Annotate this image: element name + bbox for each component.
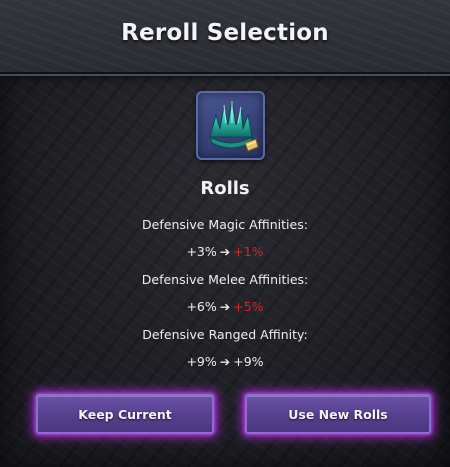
stat-label-melee: Defensive Melee Affinities: xyxy=(141,272,309,287)
stat-label-magic: Defensive Magic Affinities: xyxy=(142,217,308,232)
stat-label-ranged: Defensive Ranged Affinity: xyxy=(142,327,308,342)
dialog-header: Reroll Selection xyxy=(0,0,450,74)
arrow-right-icon: ➔ xyxy=(219,244,231,259)
item-slot xyxy=(196,91,265,160)
keep-current-label: Keep Current xyxy=(78,406,172,422)
use-new-rolls-label: Use New Rolls xyxy=(288,406,388,422)
current-value: +3% xyxy=(186,244,217,259)
use-new-rolls-button[interactable]: Use New Rolls xyxy=(245,394,431,434)
current-value: +9% xyxy=(186,354,217,369)
stat-value-ranged: +9% ➔ +9% xyxy=(0,354,450,369)
stat-value-magic: +3% ➔ +1% xyxy=(0,244,450,259)
arrow-right-icon: ➔ xyxy=(219,299,231,314)
arrow-right-icon: ➔ xyxy=(219,354,231,369)
rolls-heading: Rolls xyxy=(200,178,250,199)
new-value: +5% xyxy=(233,299,264,314)
new-value: +1% xyxy=(233,244,264,259)
dialog-title: Reroll Selection xyxy=(121,20,329,46)
reroll-dialog: Reroll Selection Rolls Defensive Magic A… xyxy=(0,0,450,467)
keep-current-button[interactable]: Keep Current xyxy=(36,394,214,434)
stat-value-melee: +6% ➔ +5% xyxy=(0,299,450,314)
current-value: +6% xyxy=(186,299,217,314)
new-value: +9% xyxy=(233,354,264,369)
